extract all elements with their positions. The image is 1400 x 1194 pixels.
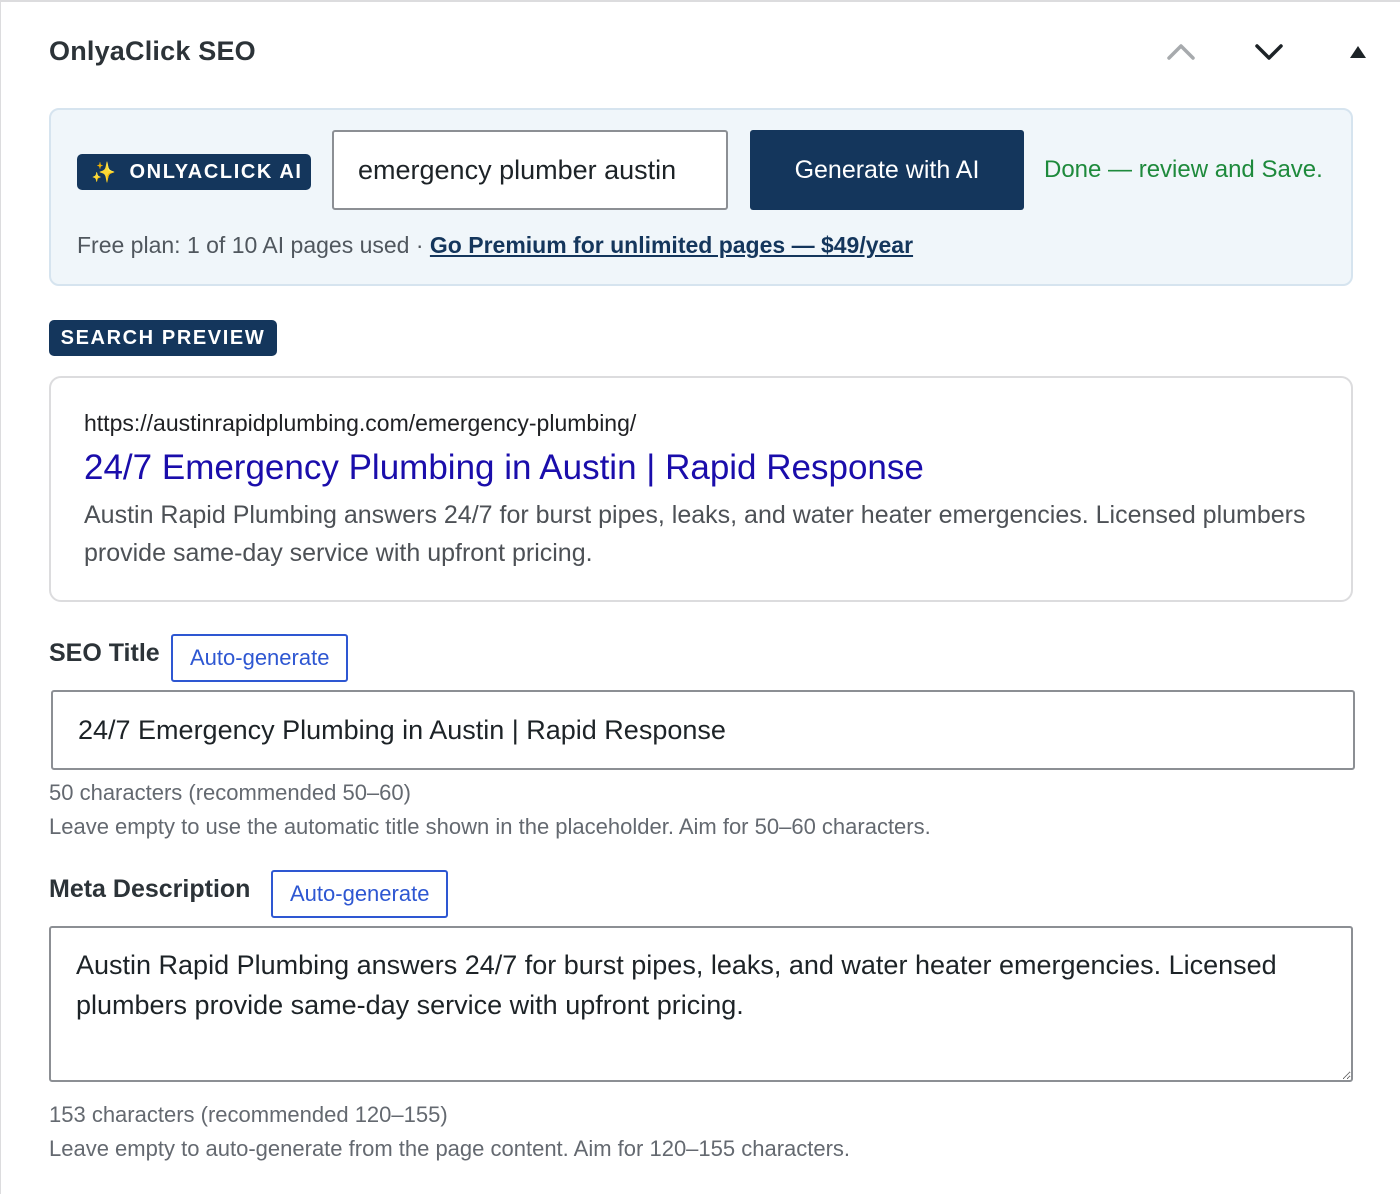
preview-description: Austin Rapid Plumbing answers 24/7 for b… (84, 501, 1306, 567)
meta-description-auto-generate-button[interactable]: Auto-generate (271, 870, 449, 918)
seo-title-char-count: 50 characters (recommended 50–60) (49, 780, 411, 805)
move-down-button[interactable] (1247, 32, 1291, 72)
sparkle-icon: ✨ (91, 161, 118, 184)
status-message: Done — review and Save. (1044, 156, 1323, 183)
meta-description-char-count: 153 characters (recommended 120–155) (49, 1102, 448, 1127)
plan-usage-text: Free plan: 1 of 10 AI pages used · (77, 232, 430, 258)
meta-description-label: Meta Description (49, 875, 251, 903)
search-preview-tag: SEARCH PREVIEW (49, 320, 277, 356)
seo-title-auto-generate-button[interactable]: Auto-generate (171, 634, 349, 682)
seo-metabox: OnlyaClick SEO ✨ ONLYACLICK AI Generate … (0, 0, 1400, 1194)
chevron-down-icon (1255, 44, 1283, 60)
ai-badge: ✨ ONLYACLICK AI (77, 154, 311, 190)
move-up-button[interactable] (1159, 32, 1203, 72)
preview-url: https://austinrapidplumbing.com/emergenc… (84, 410, 637, 436)
go-premium-link[interactable]: Go Premium for unlimited pages — $49/yea… (430, 232, 913, 258)
ai-badge-label: ONLYACLICK AI (129, 160, 303, 183)
search-preview-card: https://austinrapidplumbing.com/emergenc… (49, 376, 1353, 602)
triangle-up-icon (1350, 46, 1366, 58)
metabox-title: OnlyaClick SEO (49, 36, 256, 66)
chevron-up-icon (1167, 44, 1195, 60)
preview-title: 24/7 Emergency Plumbing in Austin | Rapi… (84, 448, 924, 487)
seo-title-label: SEO Title (49, 639, 160, 667)
meta-description-textarea[interactable]: Austin Rapid Plumbing answers 24/7 for b… (49, 926, 1353, 1082)
toggle-panel-button[interactable] (1336, 32, 1380, 72)
plan-usage: Free plan: 1 of 10 AI pages used · Go Pr… (77, 232, 913, 259)
keyword-input[interactable] (332, 130, 728, 210)
meta-description-help: Leave empty to auto-generate from the pa… (49, 1136, 851, 1161)
seo-title-input[interactable] (51, 690, 1355, 770)
generate-with-ai-button[interactable]: Generate with AI (750, 130, 1024, 210)
ai-generator-box: ✨ ONLYACLICK AI Generate with AI Done — … (49, 108, 1353, 286)
seo-title-help: Leave empty to use the automatic title s… (49, 814, 931, 839)
